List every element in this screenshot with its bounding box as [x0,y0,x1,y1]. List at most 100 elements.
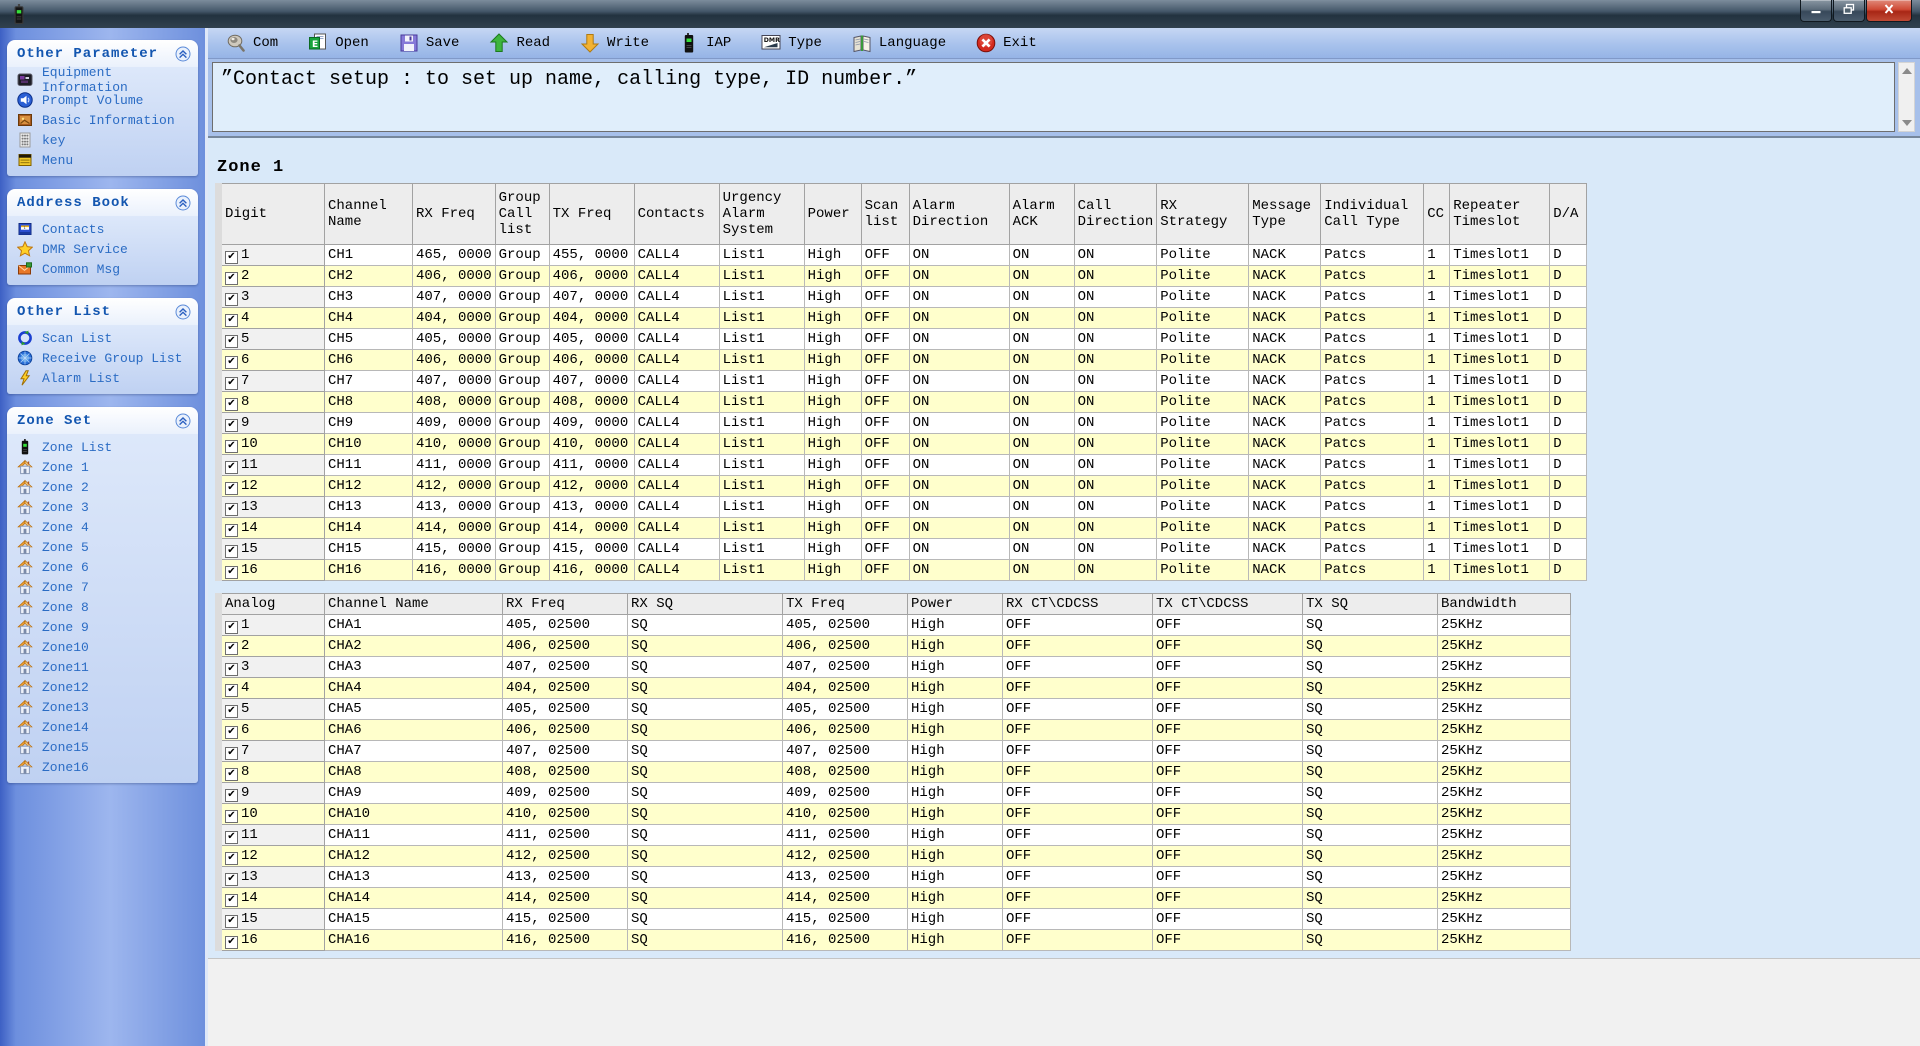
table-cell[interactable]: Polite [1157,266,1249,287]
table-cell[interactable]: Polite [1157,350,1249,371]
table-cell[interactable]: 25KHz [1438,720,1571,741]
table-cell[interactable]: 409, 0000 [413,413,496,434]
table-cell[interactable]: CH2 [325,266,413,287]
row-checkbox[interactable]: ✔ [225,377,238,390]
table-cell[interactable]: ON [909,392,1009,413]
table-cell[interactable]: 25KHz [1438,741,1571,762]
table-cell[interactable]: ON [1009,245,1074,266]
table-cell[interactable]: High [804,350,861,371]
table-cell[interactable]: High [804,434,861,455]
table-cell[interactable]: SQ [628,930,783,951]
table-cell[interactable]: OFF [1003,657,1153,678]
table-cell[interactable]: OFF [861,350,909,371]
table-cell[interactable]: CH12 [325,476,413,497]
table-cell[interactable]: OFF [861,518,909,539]
sidebar-item-equipment-information[interactable]: Equipment Information [7,70,198,90]
table-cell[interactable]: D [1550,266,1587,287]
table-cell[interactable]: SQ [628,657,783,678]
table-cell[interactable]: CALL4 [634,392,719,413]
table-cell[interactable]: 413, 02500 [503,867,628,888]
table-cell[interactable]: CH4 [325,308,413,329]
table-cell[interactable]: Patcs [1321,413,1424,434]
table-cell[interactable]: OFF [861,308,909,329]
table-cell[interactable]: List1 [719,392,804,413]
table-cell[interactable]: Group [495,497,549,518]
table-cell[interactable]: 408, 0000 [413,392,496,413]
table-cell[interactable]: ON [1009,329,1074,350]
table-cell[interactable]: OFF [861,455,909,476]
table-cell[interactable]: High [908,678,1003,699]
table-cell[interactable]: 415, 02500 [503,909,628,930]
table-cell[interactable]: OFF [1153,825,1303,846]
sidebar-item-basic-information[interactable]: Basic Information [7,110,198,130]
table-cell[interactable]: 412, 0000 [413,476,496,497]
row-header-cell[interactable]: ✔10 [219,434,325,455]
table-cell[interactable]: D [1550,308,1587,329]
row-header-cell[interactable]: ✔6 [219,350,325,371]
table-cell[interactable]: CALL4 [634,287,719,308]
table-cell[interactable]: CALL4 [634,497,719,518]
row-checkbox[interactable]: ✔ [225,831,238,844]
table-cell[interactable]: SQ [628,720,783,741]
table-cell[interactable]: High [908,804,1003,825]
row-header-cell[interactable]: ✔14 [219,518,325,539]
table-cell[interactable]: Timeslot1 [1450,413,1550,434]
table-cell[interactable]: ON [1074,539,1157,560]
table-cell[interactable]: CH3 [325,287,413,308]
table-cell[interactable]: 1 [1424,287,1450,308]
table-cell[interactable]: Polite [1157,476,1249,497]
table-cell[interactable]: 413, 0000 [413,497,496,518]
table-cell[interactable]: 404, 02500 [503,678,628,699]
table-cell[interactable]: Polite [1157,392,1249,413]
row-checkbox[interactable]: ✔ [225,293,238,306]
table-cell[interactable]: ON [1009,539,1074,560]
table-cell[interactable]: 1 [1424,245,1450,266]
table-cell[interactable]: OFF [1153,741,1303,762]
sidebar-item-key[interactable]: key [7,130,198,150]
table-cell[interactable]: 411, 0000 [549,455,634,476]
table-cell[interactable]: CH7 [325,371,413,392]
row-header-cell[interactable]: ✔5 [219,329,325,350]
table-cell[interactable]: OFF [1003,804,1153,825]
table-cell[interactable]: Patcs [1321,287,1424,308]
table-cell[interactable]: 25KHz [1438,909,1571,930]
table-cell[interactable]: CHA14 [325,888,503,909]
table-cell[interactable]: SQ [628,783,783,804]
table-cell[interactable]: OFF [1153,888,1303,909]
table-cell[interactable]: ON [1074,413,1157,434]
table-cell[interactable]: ON [1074,560,1157,581]
table-cell[interactable]: List1 [719,413,804,434]
table-cell[interactable]: 1 [1424,371,1450,392]
table-cell[interactable]: NACK [1249,371,1321,392]
table-cell[interactable]: Group [495,371,549,392]
row-header-cell[interactable]: ✔4 [219,678,325,699]
table-cell[interactable]: High [804,371,861,392]
table-cell[interactable]: Timeslot1 [1450,245,1550,266]
table-cell[interactable]: CH11 [325,455,413,476]
table-cell[interactable]: ON [909,371,1009,392]
table-cell[interactable]: OFF [1153,636,1303,657]
row-checkbox[interactable]: ✔ [225,705,238,718]
table-cell[interactable]: CHA11 [325,825,503,846]
row-header-cell[interactable]: ✔6 [219,720,325,741]
table-cell[interactable]: SQ [628,762,783,783]
table-cell[interactable]: NACK [1249,413,1321,434]
table-cell[interactable]: High [804,518,861,539]
collapse-chevron-icon[interactable] [175,413,191,429]
table-cell[interactable]: High [908,930,1003,951]
table-cell[interactable]: Patcs [1321,350,1424,371]
table-cell[interactable]: OFF [861,539,909,560]
table-cell[interactable]: SQ [1303,888,1438,909]
table-cell[interactable]: ON [1074,518,1157,539]
table-cell[interactable]: 408, 02500 [503,762,628,783]
table-cell[interactable]: High [908,888,1003,909]
table-cell[interactable]: Group [495,560,549,581]
table-cell[interactable]: SQ [628,846,783,867]
table-cell[interactable]: 406, 02500 [783,720,908,741]
table-cell[interactable]: List1 [719,539,804,560]
table-cell[interactable]: 455, 0000 [549,245,634,266]
table-cell[interactable]: OFF [861,287,909,308]
table-cell[interactable]: 411, 02500 [783,825,908,846]
table-cell[interactable]: 411, 0000 [413,455,496,476]
toolbar-button-type[interactable]: DMRType [753,30,830,56]
